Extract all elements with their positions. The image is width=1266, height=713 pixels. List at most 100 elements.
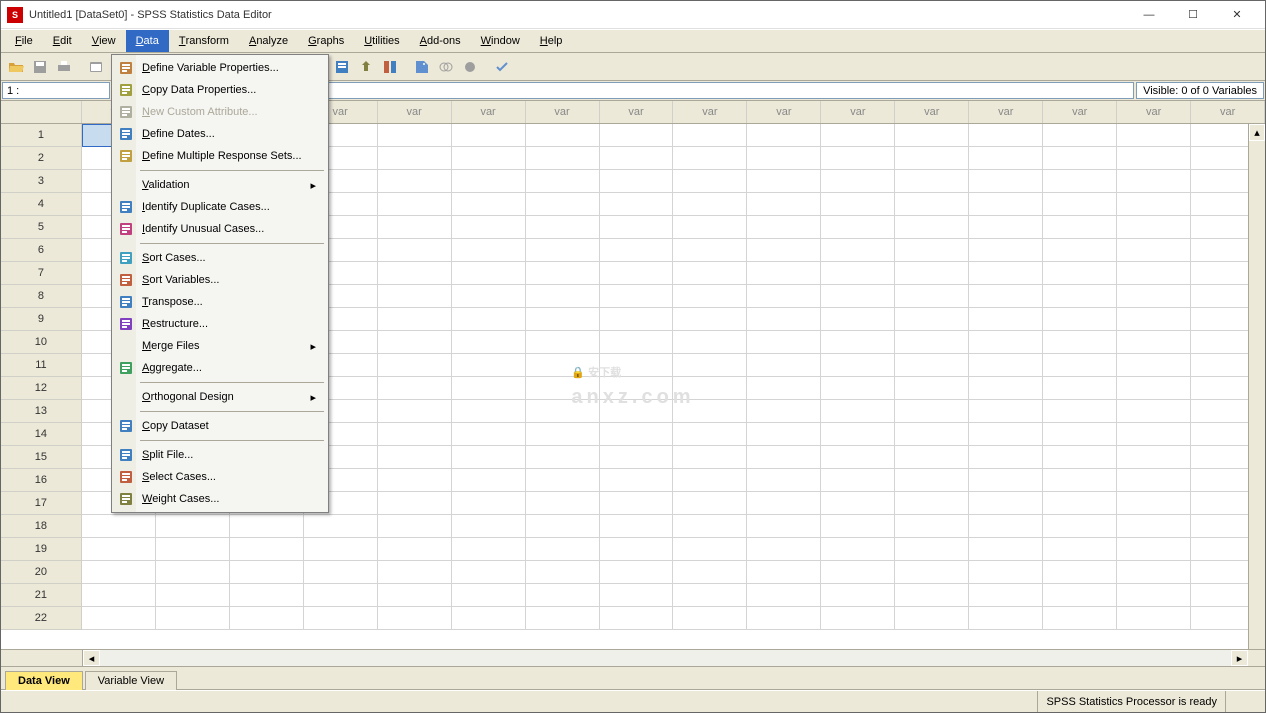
menu-data[interactable]: Data <box>126 30 169 52</box>
grid-cell[interactable] <box>526 538 600 561</box>
grid-cell[interactable] <box>747 400 821 423</box>
row-header[interactable]: 5 <box>1 216 82 239</box>
grid-cell[interactable] <box>747 561 821 584</box>
grid-cell[interactable] <box>230 584 304 607</box>
grid-cell[interactable] <box>969 147 1043 170</box>
row-header[interactable]: 17 <box>1 492 82 515</box>
grid-cell[interactable] <box>1117 561 1191 584</box>
row-header[interactable]: 6 <box>1 239 82 262</box>
grid-cell[interactable] <box>452 331 526 354</box>
grid-cell[interactable] <box>600 492 674 515</box>
vertical-scrollbar[interactable]: ▴ <box>1248 124 1265 649</box>
menu-item-transpose[interactable]: Transpose... <box>114 291 326 313</box>
grid-cell[interactable] <box>378 538 452 561</box>
grid-cell[interactable] <box>747 446 821 469</box>
grid-cell[interactable] <box>673 262 747 285</box>
grid-cell[interactable] <box>969 446 1043 469</box>
menu-item-identify-duplicate-cases[interactable]: Identify Duplicate Cases... <box>114 196 326 218</box>
grid-cell[interactable] <box>1117 400 1191 423</box>
grid-cell[interactable] <box>600 193 674 216</box>
grid-cell[interactable] <box>673 147 747 170</box>
menu-analyze[interactable]: Analyze <box>239 30 298 52</box>
grid-cell[interactable] <box>821 216 895 239</box>
dialog-recall-icon[interactable] <box>85 56 107 78</box>
grid-cell[interactable] <box>1117 515 1191 538</box>
grid-cell[interactable] <box>304 584 378 607</box>
grid-cell[interactable] <box>969 377 1043 400</box>
grid-cell[interactable] <box>1117 423 1191 446</box>
grid-cell[interactable] <box>895 377 969 400</box>
grid-cell[interactable] <box>600 239 674 262</box>
grid-cell[interactable] <box>526 262 600 285</box>
row-header[interactable]: 14 <box>1 423 82 446</box>
grid-cell[interactable] <box>969 239 1043 262</box>
grid-cell[interactable] <box>821 193 895 216</box>
row-header[interactable]: 9 <box>1 308 82 331</box>
menu-item-copy-dataset[interactable]: Copy Dataset <box>114 415 326 437</box>
grid-cell[interactable] <box>747 147 821 170</box>
grid-cell[interactable] <box>895 285 969 308</box>
grid-cell[interactable] <box>969 331 1043 354</box>
grid-cell[interactable] <box>600 561 674 584</box>
grid-cell[interactable] <box>600 308 674 331</box>
grid-cell[interactable] <box>452 400 526 423</box>
grid-cell[interactable] <box>1043 147 1117 170</box>
grid-cell[interactable] <box>304 515 378 538</box>
grid-cell[interactable] <box>600 400 674 423</box>
grid-cell[interactable] <box>1117 308 1191 331</box>
grid-cell[interactable] <box>378 354 452 377</box>
row-header[interactable]: 15 <box>1 446 82 469</box>
grid-cell[interactable] <box>1117 607 1191 630</box>
grid-cell[interactable] <box>600 607 674 630</box>
row-header[interactable]: 10 <box>1 331 82 354</box>
grid-cell[interactable] <box>673 400 747 423</box>
grid-cell[interactable] <box>821 377 895 400</box>
grid-cell[interactable] <box>821 170 895 193</box>
row-header[interactable]: 11 <box>1 354 82 377</box>
grid-cell[interactable] <box>673 469 747 492</box>
grid-cell[interactable] <box>1117 584 1191 607</box>
insert-cases-icon[interactable] <box>331 56 353 78</box>
menu-view[interactable]: View <box>82 30 126 52</box>
grid-cell[interactable] <box>452 538 526 561</box>
grid-cell[interactable] <box>452 124 526 147</box>
grid-cell[interactable] <box>378 124 452 147</box>
grid-cell[interactable] <box>821 285 895 308</box>
grid-cell[interactable] <box>747 331 821 354</box>
menu-item-identify-unusual-cases[interactable]: Identify Unusual Cases... <box>114 218 326 240</box>
minimize-button[interactable]: — <box>1127 1 1171 29</box>
grid-cell[interactable] <box>673 239 747 262</box>
scroll-up-icon[interactable]: ▴ <box>1249 124 1265 141</box>
grid-cell[interactable] <box>230 515 304 538</box>
grid-cell[interactable] <box>969 285 1043 308</box>
grid-cell[interactable] <box>156 584 230 607</box>
grid-cell[interactable] <box>526 285 600 308</box>
menu-item-sort-variables[interactable]: Sort Variables... <box>114 269 326 291</box>
cell-reference[interactable]: 1 : <box>2 82 110 99</box>
grid-cell[interactable] <box>821 515 895 538</box>
grid-cell[interactable] <box>378 308 452 331</box>
grid-cell[interactable] <box>600 538 674 561</box>
grid-cell[interactable] <box>452 354 526 377</box>
grid-cell[interactable] <box>821 400 895 423</box>
grid-cell[interactable] <box>821 492 895 515</box>
grid-cell[interactable] <box>378 239 452 262</box>
grid-cell[interactable] <box>821 239 895 262</box>
grid-cell[interactable] <box>821 446 895 469</box>
value-labels-icon[interactable] <box>411 56 433 78</box>
grid-cell[interactable] <box>673 607 747 630</box>
grid-cell[interactable] <box>673 377 747 400</box>
grid-cell[interactable] <box>673 492 747 515</box>
menu-item-sort-cases[interactable]: Sort Cases... <box>114 247 326 269</box>
grid-cell[interactable] <box>895 216 969 239</box>
column-header[interactable]: var <box>1043 101 1117 123</box>
grid-cell[interactable] <box>1043 285 1117 308</box>
grid-cell[interactable] <box>673 354 747 377</box>
row-header[interactable]: 1 <box>1 124 82 147</box>
grid-cell[interactable] <box>1043 400 1117 423</box>
row-header[interactable]: 2 <box>1 147 82 170</box>
row-header[interactable]: 20 <box>1 561 82 584</box>
grid-cell[interactable] <box>526 469 600 492</box>
menu-item-select-cases[interactable]: Select Cases... <box>114 466 326 488</box>
grid-cell[interactable] <box>82 515 156 538</box>
